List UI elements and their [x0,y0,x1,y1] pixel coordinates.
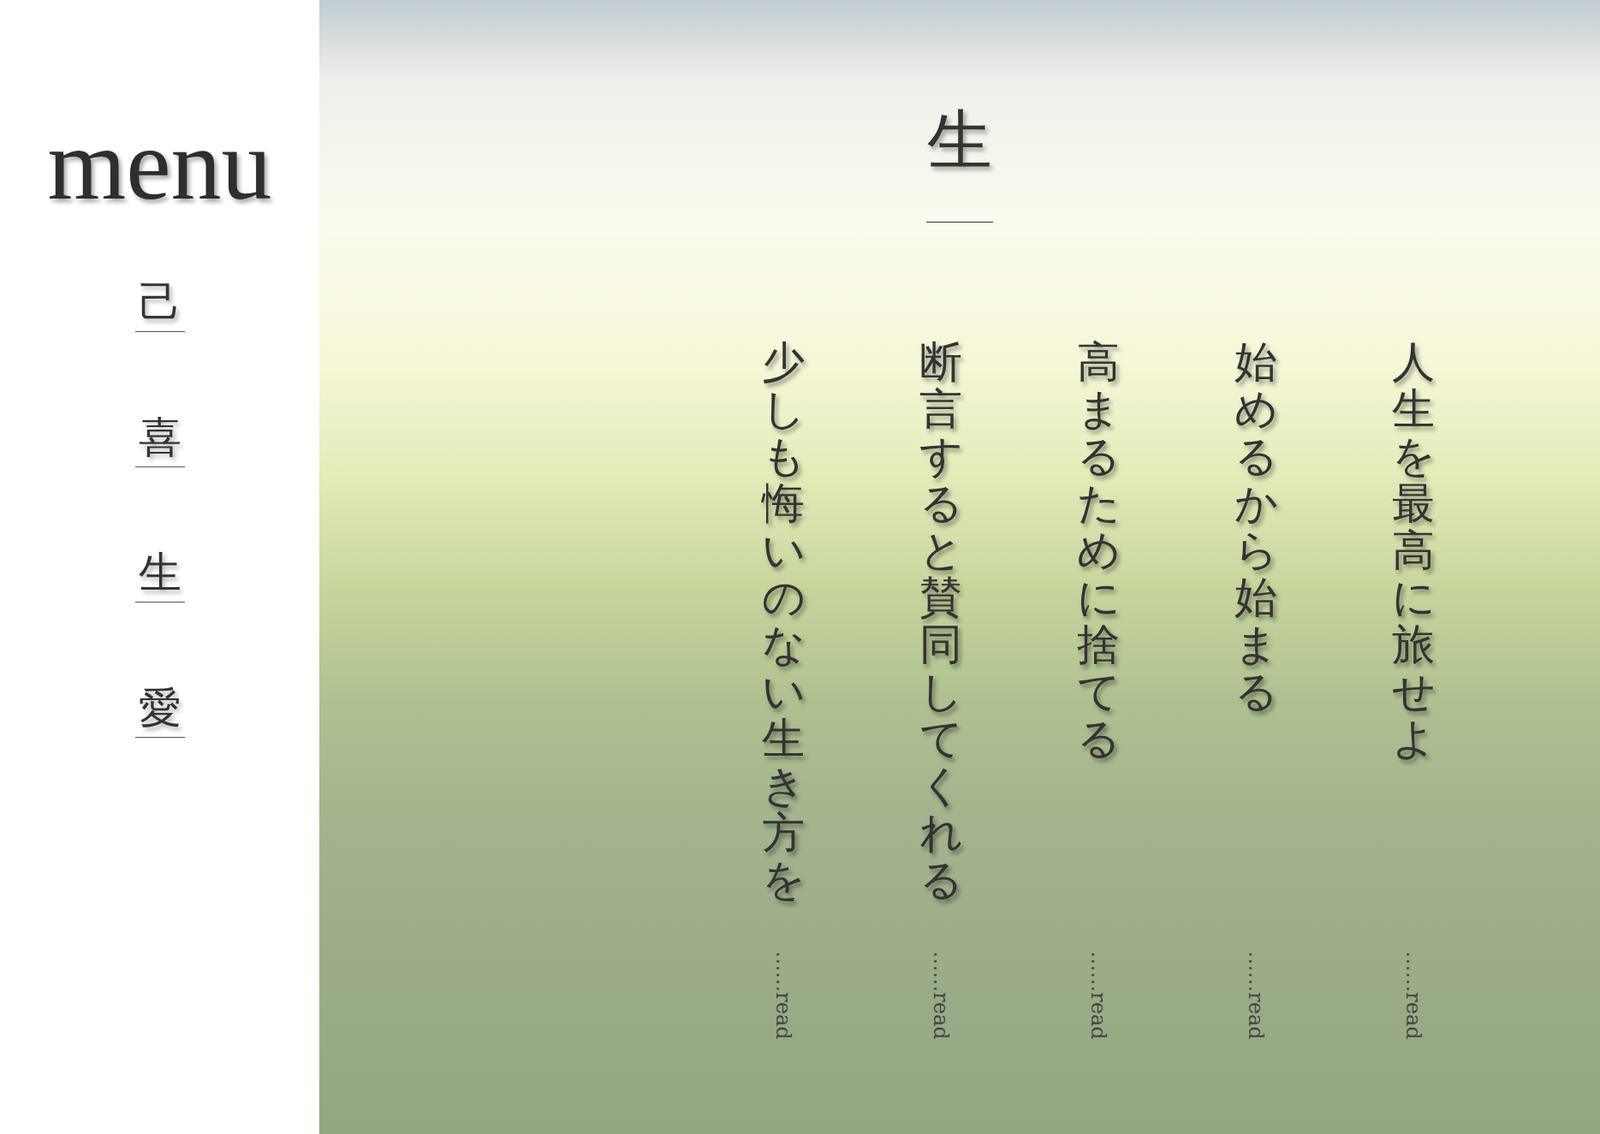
menu-title: menu [47,109,272,221]
article-list: 人生を最高に旅せよ ……read始めるから始まる ……read高まるために捨てる… [319,339,1600,1077]
article-item: 人生を最高に旅せよ ……read [1387,339,1440,1077]
page: menu 己 喜 生 愛 生 人生を最高に旅せよ ……read始めるから始まる … [0,0,1600,1134]
article-title[interactable]: 断言すると賛同してくれる [919,339,963,905]
read-link[interactable]: ……read [927,914,954,1077]
article-title[interactable]: 少しも悔いのない生き方を [761,339,805,905]
menu-label[interactable]: 喜 [138,414,182,462]
read-link[interactable]: ……read [1400,914,1427,1077]
menu-underline [135,601,185,603]
sidebar: menu 己 喜 生 愛 [0,0,320,1134]
main-panel: 生 人生を最高に旅せよ ……read始めるから始まる ……read高まるために捨… [319,0,1600,1134]
read-link[interactable]: ……read [1243,914,1269,1077]
menu-label[interactable]: 生 [138,549,182,597]
page-header: 生 [926,101,994,223]
article-item: 高まるために捨てる ……read [1072,339,1125,1077]
menu-list: 己 喜 生 愛 [135,279,185,738]
read-link-text[interactable]: ……read [928,951,953,1041]
article-item: 少しも悔いのない生き方を ……read [757,339,809,1077]
menu-underline [135,466,185,468]
menu-label[interactable]: 己 [138,279,182,327]
menu-item[interactable]: 生 [135,549,185,603]
menu-label[interactable]: 愛 [138,684,182,732]
menu-item[interactable]: 愛 [135,684,185,738]
page-title: 生 [927,101,993,179]
read-link-text[interactable]: ……read [1086,951,1111,1041]
read-link[interactable]: ……read [770,914,797,1077]
title-underline [926,221,994,223]
read-link[interactable]: ……read [1085,914,1112,1077]
article-title[interactable]: 人生を最高に旅せよ [1391,339,1435,763]
read-link-text[interactable]: ……read [1243,951,1268,1041]
menu-item[interactable]: 己 [135,279,185,333]
article-item: 始めるから始まる ……read [1230,339,1282,1077]
menu-underline [135,331,185,333]
menu-underline [135,737,185,738]
article-item: 断言すると賛同してくれる ……read [915,339,967,1077]
read-link-text[interactable]: ……read [771,951,796,1041]
menu-item[interactable]: 喜 [135,414,185,468]
article-title[interactable]: 高まるために捨てる [1076,339,1120,763]
article-title[interactable]: 始めるから始まる [1234,339,1278,716]
read-link-text[interactable]: ……read [1401,951,1426,1041]
